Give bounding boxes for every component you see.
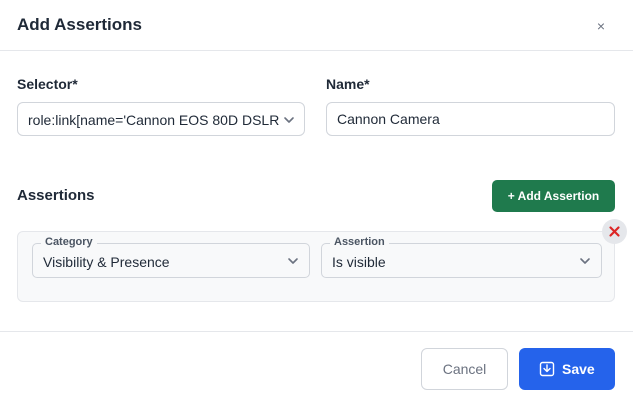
assertion-label: Assertion [330, 236, 389, 248]
assertion-select[interactable]: Assertion Is visible [321, 236, 602, 278]
remove-assertion-button[interactable] [602, 219, 627, 244]
save-button[interactable]: Save [519, 348, 615, 390]
name-input[interactable] [326, 102, 615, 136]
x-circle-icon [609, 226, 620, 237]
dialog-header: Add Assertions × [0, 0, 633, 51]
cancel-button[interactable]: Cancel [421, 348, 508, 390]
dialog-title: Add Assertions [17, 15, 143, 34]
category-value: Visibility & Presence [43, 254, 170, 270]
category-label: Category [41, 236, 97, 248]
save-label: Save [562, 361, 595, 377]
selector-select[interactable]: role:link[name='Cannon EOS 80D DSLR [17, 102, 305, 136]
selector-value: role:link[name='Cannon EOS 80D DSLR [28, 112, 280, 128]
assertion-value: Is visible [332, 254, 386, 270]
name-label: Name* [326, 76, 370, 92]
chevron-down-icon [580, 258, 590, 264]
chevron-down-icon [284, 117, 294, 123]
assertion-card: Category Visibility & Presence Assertion… [17, 231, 615, 302]
close-icon[interactable]: × [591, 16, 611, 36]
selector-label: Selector* [17, 76, 78, 92]
add-assertion-button[interactable]: + Add Assertion [492, 180, 615, 212]
chevron-down-icon [288, 258, 298, 264]
download-save-icon [539, 361, 555, 377]
assertions-title: Assertions [17, 187, 95, 204]
category-select[interactable]: Category Visibility & Presence [32, 236, 310, 278]
